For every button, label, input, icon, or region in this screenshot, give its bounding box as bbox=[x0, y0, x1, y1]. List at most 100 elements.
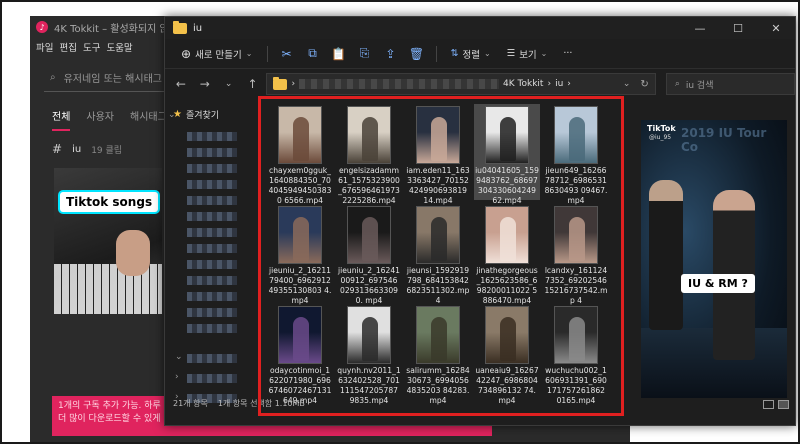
file-item[interactable]: chayxem0gguk_1640884350_7040459494503830… bbox=[267, 104, 333, 205]
file-name: iam.eden11_1633363427_70152424990693819 … bbox=[406, 166, 470, 205]
share-icon[interactable]: ⇪ bbox=[380, 43, 402, 65]
breadcrumb-separator-icon: › bbox=[291, 79, 296, 89]
menu-tools[interactable]: 도구 bbox=[83, 40, 100, 54]
file-item[interactable]: uaneaiu9_1626742247_6986804734896132 74.… bbox=[474, 304, 540, 405]
tab-hashtags[interactable]: 해시태그 bbox=[130, 108, 167, 131]
sidebar-item-blurred[interactable] bbox=[187, 276, 237, 285]
sidebar-item-favorites[interactable]: ★ 즐겨찾기 bbox=[173, 108, 219, 121]
sidebar-item-blurred[interactable] bbox=[187, 196, 237, 205]
cut-icon[interactable]: ✂ bbox=[276, 43, 298, 65]
clip-thumbnail[interactable] bbox=[54, 168, 162, 314]
file-item[interactable]: wuchuchu002_1606931391_690171757261862 0… bbox=[543, 304, 609, 405]
sidebar-item-blurred[interactable] bbox=[187, 244, 237, 253]
file-explorer-window: iu — ☐ ✕ ⊕ 새로 만들기 ⌄ ✂ ⧉ 📋 ⎘ ⇪ 🗑 ⇅ 정렬 ⌄ ☰… bbox=[164, 16, 796, 426]
rename-icon[interactable]: ⎘ bbox=[354, 43, 376, 65]
close-icon[interactable]: ✕ bbox=[757, 17, 795, 39]
file-item[interactable]: jieuniu_2_1621179400_696291249355130803 … bbox=[267, 204, 333, 305]
thumbnail-figure bbox=[293, 317, 309, 361]
sort-button[interactable]: ⇅ 정렬 ⌄ bbox=[445, 43, 497, 65]
file-item[interactable]: quynh.nv2011_1632402528_701111547205787 … bbox=[336, 304, 402, 405]
new-button[interactable]: ⊕ 새로 만들기 ⌄ bbox=[175, 43, 259, 65]
sidebar-item-blurred[interactable] bbox=[187, 132, 237, 141]
hashtag-count: 19 클립 bbox=[91, 145, 123, 156]
tab-all[interactable]: 전체 bbox=[52, 108, 71, 131]
sidebar-item-blurred[interactable] bbox=[187, 324, 237, 333]
video-thumbnail bbox=[347, 206, 391, 264]
sidebar-item-blurred[interactable] bbox=[187, 308, 237, 317]
video-thumbnail bbox=[416, 306, 460, 364]
file-item[interactable]: jinathegorgeous_1625623586_698200011022 … bbox=[474, 204, 540, 305]
thumbnail-figure bbox=[431, 317, 447, 361]
sidebar-item-blurred[interactable] bbox=[187, 148, 237, 157]
file-name: jieuniu_2_1624100912_697546 029313663309… bbox=[337, 266, 401, 305]
explorer-search-input[interactable]: ⌕ iu 검색 bbox=[665, 73, 795, 95]
explorer-title: iu bbox=[193, 22, 203, 34]
chevron-down-icon[interactable]: ⌄ bbox=[219, 74, 239, 94]
forward-icon[interactable]: → bbox=[195, 74, 215, 94]
breadcrumb-separator-icon: › bbox=[567, 79, 571, 89]
video-thumbnail bbox=[416, 106, 460, 164]
minimize-icon[interactable]: — bbox=[681, 17, 719, 39]
sidebar-item-blurred[interactable] bbox=[187, 180, 237, 189]
refresh-icon[interactable]: ↻ bbox=[634, 79, 654, 90]
file-name: wuchuchu002_1606931391_690171757261862 0… bbox=[545, 366, 607, 405]
explorer-titlebar[interactable]: iu — ☐ ✕ bbox=[165, 17, 795, 39]
chevron-down-icon[interactable]: ⌄ bbox=[175, 352, 183, 362]
breadcrumb-4k-tokkit[interactable]: 4K Tokkit bbox=[503, 79, 543, 89]
view-button[interactable]: ☰ 보기 ⌄ bbox=[501, 43, 554, 65]
copy-icon[interactable]: ⧉ bbox=[302, 43, 324, 65]
thumbnail-figure bbox=[362, 317, 378, 361]
sidebar-item-blurred[interactable] bbox=[187, 292, 237, 301]
details-view-icon[interactable] bbox=[763, 400, 774, 409]
video-thumbnail bbox=[485, 106, 529, 164]
breadcrumb-iu[interactable]: iu bbox=[555, 79, 563, 89]
menu-file[interactable]: 파일 bbox=[36, 40, 53, 54]
back-icon[interactable]: ← bbox=[171, 74, 191, 94]
navigation-pane: ⌄ ★ 즐겨찾기 ⌄ › › bbox=[165, 100, 257, 411]
dropdown-chevron-icon[interactable]: ⌄ bbox=[623, 79, 631, 89]
file-item[interactable]: iam.eden11_1633363427_70152424990693819 … bbox=[405, 104, 471, 205]
thumbnail-figure bbox=[569, 317, 585, 361]
file-item[interactable]: jieun649_1626678712_69865318630493 09467… bbox=[543, 104, 609, 205]
search-icon: ⌕ bbox=[50, 72, 56, 83]
video-thumbnail bbox=[278, 106, 322, 164]
sidebar-item-blurred[interactable] bbox=[187, 260, 237, 269]
file-item[interactable]: salirumm_1628430673_69940564835203 84283… bbox=[405, 304, 471, 405]
view-icon: ☰ bbox=[506, 48, 516, 59]
sort-button-label: 정렬 bbox=[462, 49, 480, 61]
sidebar-item-blurred[interactable] bbox=[187, 212, 237, 221]
file-item[interactable]: odaycotinmoi_1622071980_6966746072467131… bbox=[267, 304, 333, 405]
file-item[interactable]: jieuniu_2_1624100912_697546 029313663309… bbox=[336, 204, 402, 305]
file-grid: chayxem0gguk_1640884350_7040459494503830… bbox=[261, 104, 617, 416]
tab-users[interactable]: 사용자 bbox=[86, 108, 114, 131]
sidebar-item-blurred[interactable] bbox=[187, 228, 237, 237]
tokkit-search-placeholder: 유저네임 또는 해시태그 bbox=[63, 74, 162, 85]
maximize-icon[interactable]: ☐ bbox=[719, 17, 757, 39]
file-item[interactable]: lcandxy_1611247352_69202546 15216737542.… bbox=[543, 204, 609, 305]
video-thumbnail bbox=[347, 306, 391, 364]
clip-thumbnail-label: Tiktok songs bbox=[60, 192, 159, 212]
video-thumbnail bbox=[554, 306, 598, 364]
hashtag-row[interactable]: # iu 19 클립 bbox=[52, 142, 122, 156]
more-button[interactable]: ··· bbox=[557, 44, 578, 63]
sidebar-item-blurred[interactable] bbox=[187, 374, 237, 383]
menu-edit[interactable]: 편집 bbox=[59, 40, 76, 54]
file-item[interactable]: engelsizadamm61_1575323900_676596461973 … bbox=[336, 104, 402, 205]
sidebar-item-blurred[interactable] bbox=[187, 164, 237, 173]
address-bar[interactable]: › 4K Tokkit › iu › ⌄ ↻ bbox=[266, 73, 656, 95]
sidebar-favorites-label: 즐겨찾기 bbox=[185, 111, 220, 121]
chevron-right-icon[interactable]: › bbox=[175, 372, 179, 382]
up-icon[interactable]: ↑ bbox=[243, 74, 263, 94]
hashtag-icon: # bbox=[52, 142, 63, 156]
chevron-down-icon: ⌄ bbox=[540, 49, 548, 58]
delete-icon[interactable]: 🗑 bbox=[406, 43, 428, 65]
menu-help[interactable]: 도움말 bbox=[106, 40, 132, 54]
file-grid-scrollbar[interactable] bbox=[621, 180, 623, 310]
tiktok-logo: TikTok bbox=[647, 124, 676, 133]
view-toggle bbox=[763, 400, 789, 409]
large-icons-view-icon[interactable] bbox=[778, 400, 789, 409]
paste-icon[interactable]: 📋 bbox=[328, 43, 350, 65]
sidebar-item-blurred[interactable] bbox=[187, 354, 237, 363]
file-item[interactable]: iu04041605_1599483762_68697304330604249 … bbox=[474, 104, 540, 205]
file-item[interactable]: jieunsi_1592919798_684153842 6823511302.… bbox=[405, 204, 471, 305]
